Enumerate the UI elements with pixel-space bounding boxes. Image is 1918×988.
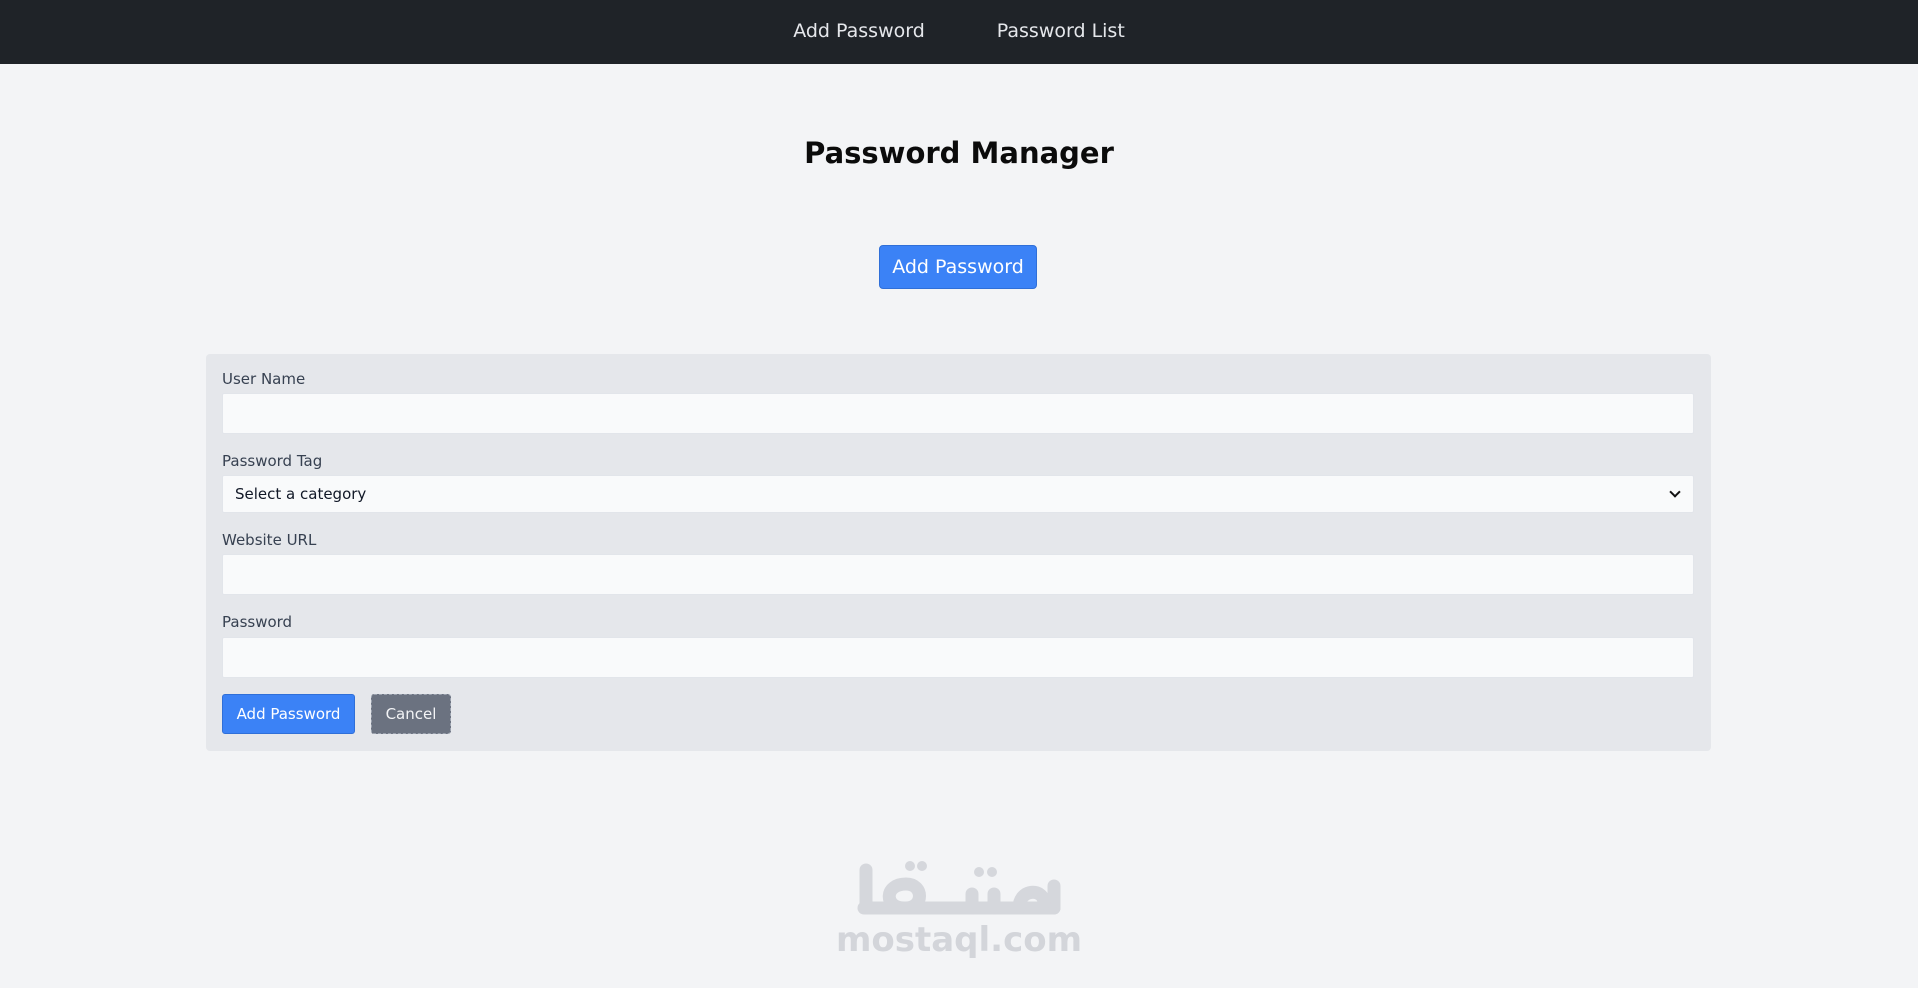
username-label: User Name (222, 370, 306, 388)
password-tag-label: Password Tag (222, 452, 323, 470)
username-input[interactable] (222, 393, 1694, 434)
add-password-form: User Name Password Tag Select a category… (206, 354, 1711, 751)
page-title: Password Manager (804, 136, 1114, 170)
password-tag-selected-value: Select a category (235, 485, 367, 503)
mostaql-logo (844, 858, 1074, 924)
add-password-toggle-button[interactable]: Add Password (879, 245, 1037, 289)
mostaql-watermark: mostaql.com (0, 858, 1918, 960)
top-navbar: Add Password Password List (0, 0, 1918, 64)
chevron-down-icon (1669, 485, 1681, 498)
password-label: Password (222, 613, 293, 631)
nav-add-password-link[interactable]: Add Password (793, 21, 925, 43)
mostaql-watermark-text: mostaql.com (835, 920, 1083, 960)
nav-password-list-link[interactable]: Password List (997, 21, 1125, 43)
website-url-label: Website URL (222, 531, 317, 549)
password-tag-select[interactable]: Select a category (222, 475, 1694, 513)
cancel-button[interactable]: Cancel (371, 694, 451, 734)
website-url-input[interactable] (222, 554, 1694, 595)
submit-add-password-button[interactable]: Add Password (222, 694, 355, 734)
password-input[interactable] (222, 637, 1694, 678)
